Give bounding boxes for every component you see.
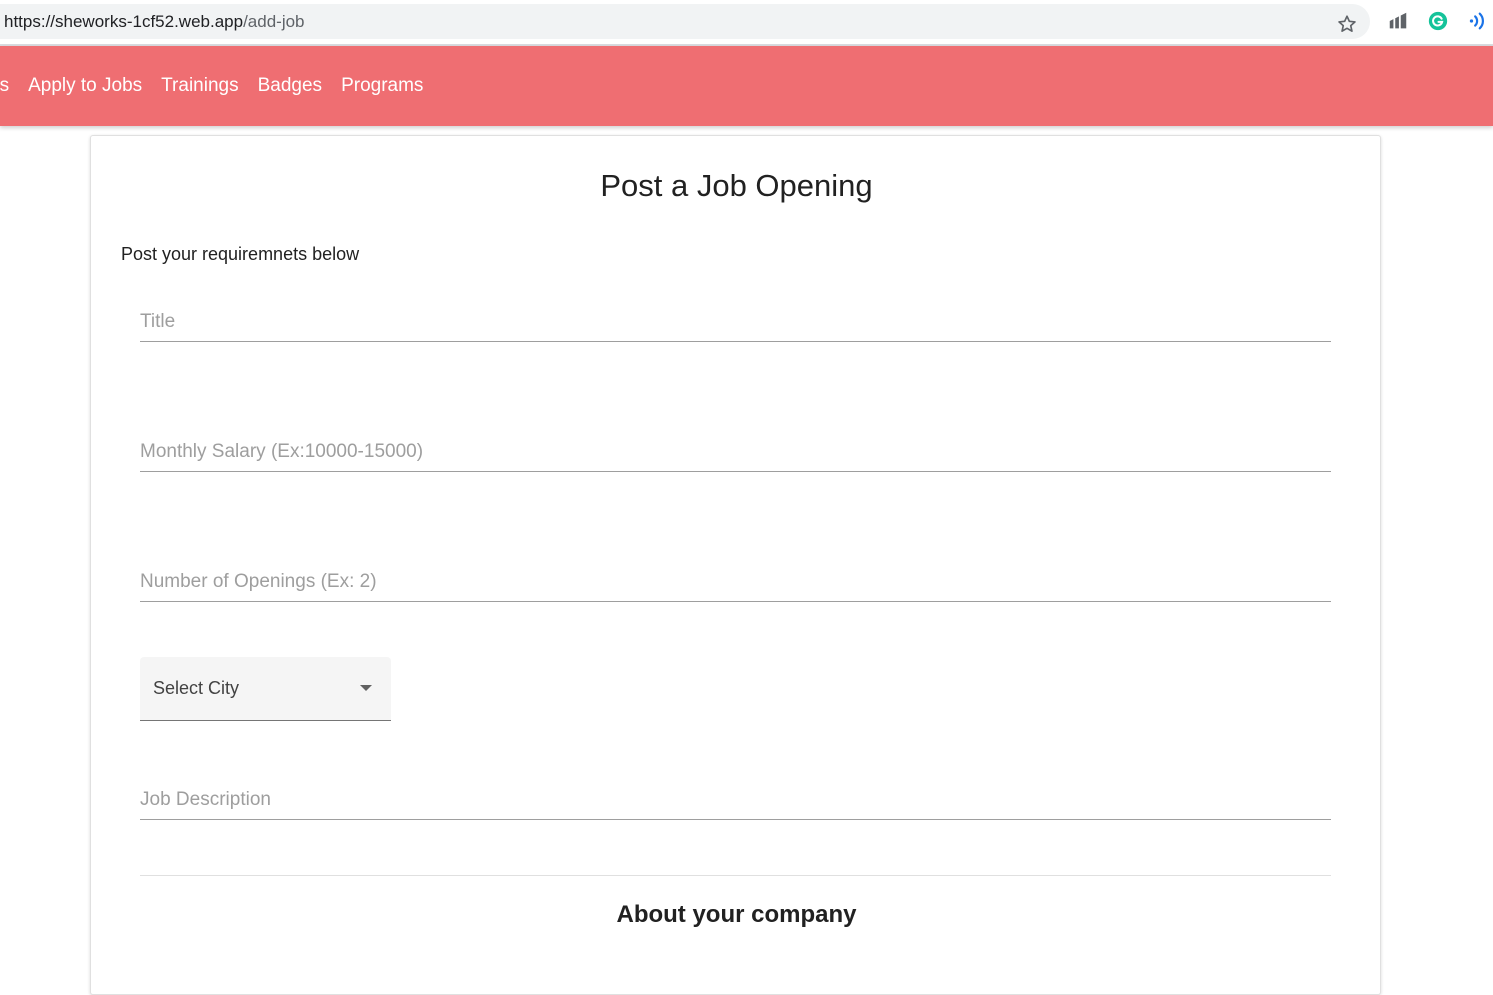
- city-select[interactable]: Select City: [140, 657, 391, 721]
- dropdown-arrow-icon: [360, 685, 372, 691]
- nav-item-apply-to-jobs[interactable]: Apply to Jobs: [28, 75, 142, 97]
- title-input[interactable]: [140, 296, 1331, 341]
- description-field: [140, 774, 1331, 820]
- city-select-label: Select City: [153, 678, 240, 698]
- browser-toolbar: https://sheworks-1cf52.web.app/add-job: [0, 0, 1493, 44]
- address-bar[interactable]: https://sheworks-1cf52.web.app/add-job: [0, 4, 1370, 39]
- main-nav: os Apply to Jobs Trainings Badges Progra…: [0, 46, 442, 126]
- description-input[interactable]: [140, 774, 1331, 819]
- title-field: [140, 296, 1331, 342]
- url-text[interactable]: https://sheworks-1cf52.web.app/add-job: [4, 4, 305, 39]
- nav-item-jobs[interactable]: os: [0, 75, 9, 97]
- grammarly-extension-icon[interactable]: [1427, 10, 1449, 32]
- wave-extension-icon[interactable]: [1466, 10, 1488, 32]
- nav-item-badges[interactable]: Badges: [258, 75, 322, 97]
- post-job-card: Post a Job Opening Post your requiremnet…: [90, 135, 1381, 995]
- salary-field: [140, 426, 1331, 472]
- section-divider: [140, 875, 1331, 876]
- nav-item-programs[interactable]: Programs: [341, 75, 423, 97]
- star-icon[interactable]: [1336, 13, 1358, 35]
- openings-input[interactable]: [140, 556, 1331, 601]
- form-subtitle: Post your requiremnets below: [121, 244, 360, 264]
- company-section-title: About your company: [616, 901, 857, 928]
- page-title: Post a Job Opening: [600, 168, 873, 203]
- url-path: /add-job: [243, 12, 305, 31]
- analytics-extension-icon[interactable]: [1387, 10, 1409, 32]
- url-host: https://sheworks-1cf52.web.app: [4, 12, 244, 31]
- openings-field: [140, 556, 1331, 602]
- nav-item-trainings[interactable]: Trainings: [161, 75, 238, 97]
- app-toolbar: os Apply to Jobs Trainings Badges Progra…: [0, 46, 1493, 126]
- salary-input[interactable]: [140, 426, 1331, 471]
